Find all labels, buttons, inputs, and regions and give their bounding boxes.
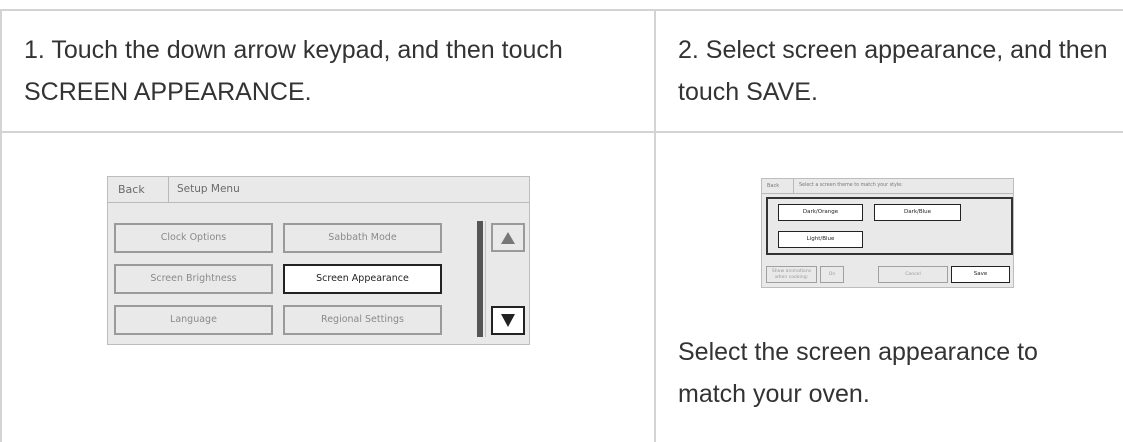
back-button[interactable]: Back	[762, 179, 794, 193]
animations-toggle[interactable]: On	[820, 266, 844, 283]
theme-options-box: Dark/Orange Dark/Blue Light/Blue	[766, 197, 1013, 255]
scrollbar-track	[485, 221, 486, 337]
language-button[interactable]: Language	[114, 305, 273, 335]
table-row-divider	[0, 131, 1123, 133]
scroll-down-button[interactable]	[491, 306, 525, 335]
appearance-caption: Select the screen appearance to match yo…	[678, 338, 1038, 408]
appearance-header: Back Select a screen theme to match your…	[762, 179, 1013, 194]
setup-menu-screenshot: Back Setup Menu Clock Options Sabbath Mo…	[107, 176, 530, 345]
theme-prompt: Select a screen theme to match your styl…	[799, 183, 903, 188]
setup-menu-title: Setup Menu	[177, 183, 240, 195]
sabbath-mode-button[interactable]: Sabbath Mode	[283, 223, 442, 253]
down-triangle-icon	[501, 314, 515, 327]
scrollbar-thumb[interactable]	[477, 221, 483, 337]
theme-dark-blue-button[interactable]: Dark/Blue	[874, 204, 961, 221]
scroll-up-button[interactable]	[491, 223, 525, 252]
step-2-instruction: 2. Select screen appearance, and then to…	[678, 36, 1108, 106]
setup-menu-header: Back Setup Menu	[108, 177, 529, 203]
clock-options-button[interactable]: Clock Options	[114, 223, 273, 253]
theme-dark-orange-button[interactable]: Dark/Orange	[778, 204, 863, 221]
show-animations-label: Show animations when cooking:	[766, 266, 817, 283]
save-button[interactable]: Save	[951, 266, 1010, 283]
back-button[interactable]: Back	[108, 177, 169, 202]
table-left-border	[0, 9, 2, 442]
step-1-instruction: 1. Touch the down arrow keypad, and then…	[24, 36, 563, 106]
theme-light-blue-button[interactable]: Light/Blue	[778, 231, 863, 248]
table-column-divider	[654, 9, 656, 442]
screen-appearance-button[interactable]: Screen Appearance	[283, 264, 442, 294]
regional-settings-button[interactable]: Regional Settings	[283, 305, 442, 335]
table-top-border	[0, 9, 1123, 11]
screen-appearance-screenshot: Back Select a screen theme to match your…	[761, 178, 1014, 288]
cancel-button[interactable]: Cancel	[878, 266, 948, 283]
up-triangle-icon	[501, 232, 515, 244]
screen-brightness-button[interactable]: Screen Brightness	[114, 264, 273, 294]
